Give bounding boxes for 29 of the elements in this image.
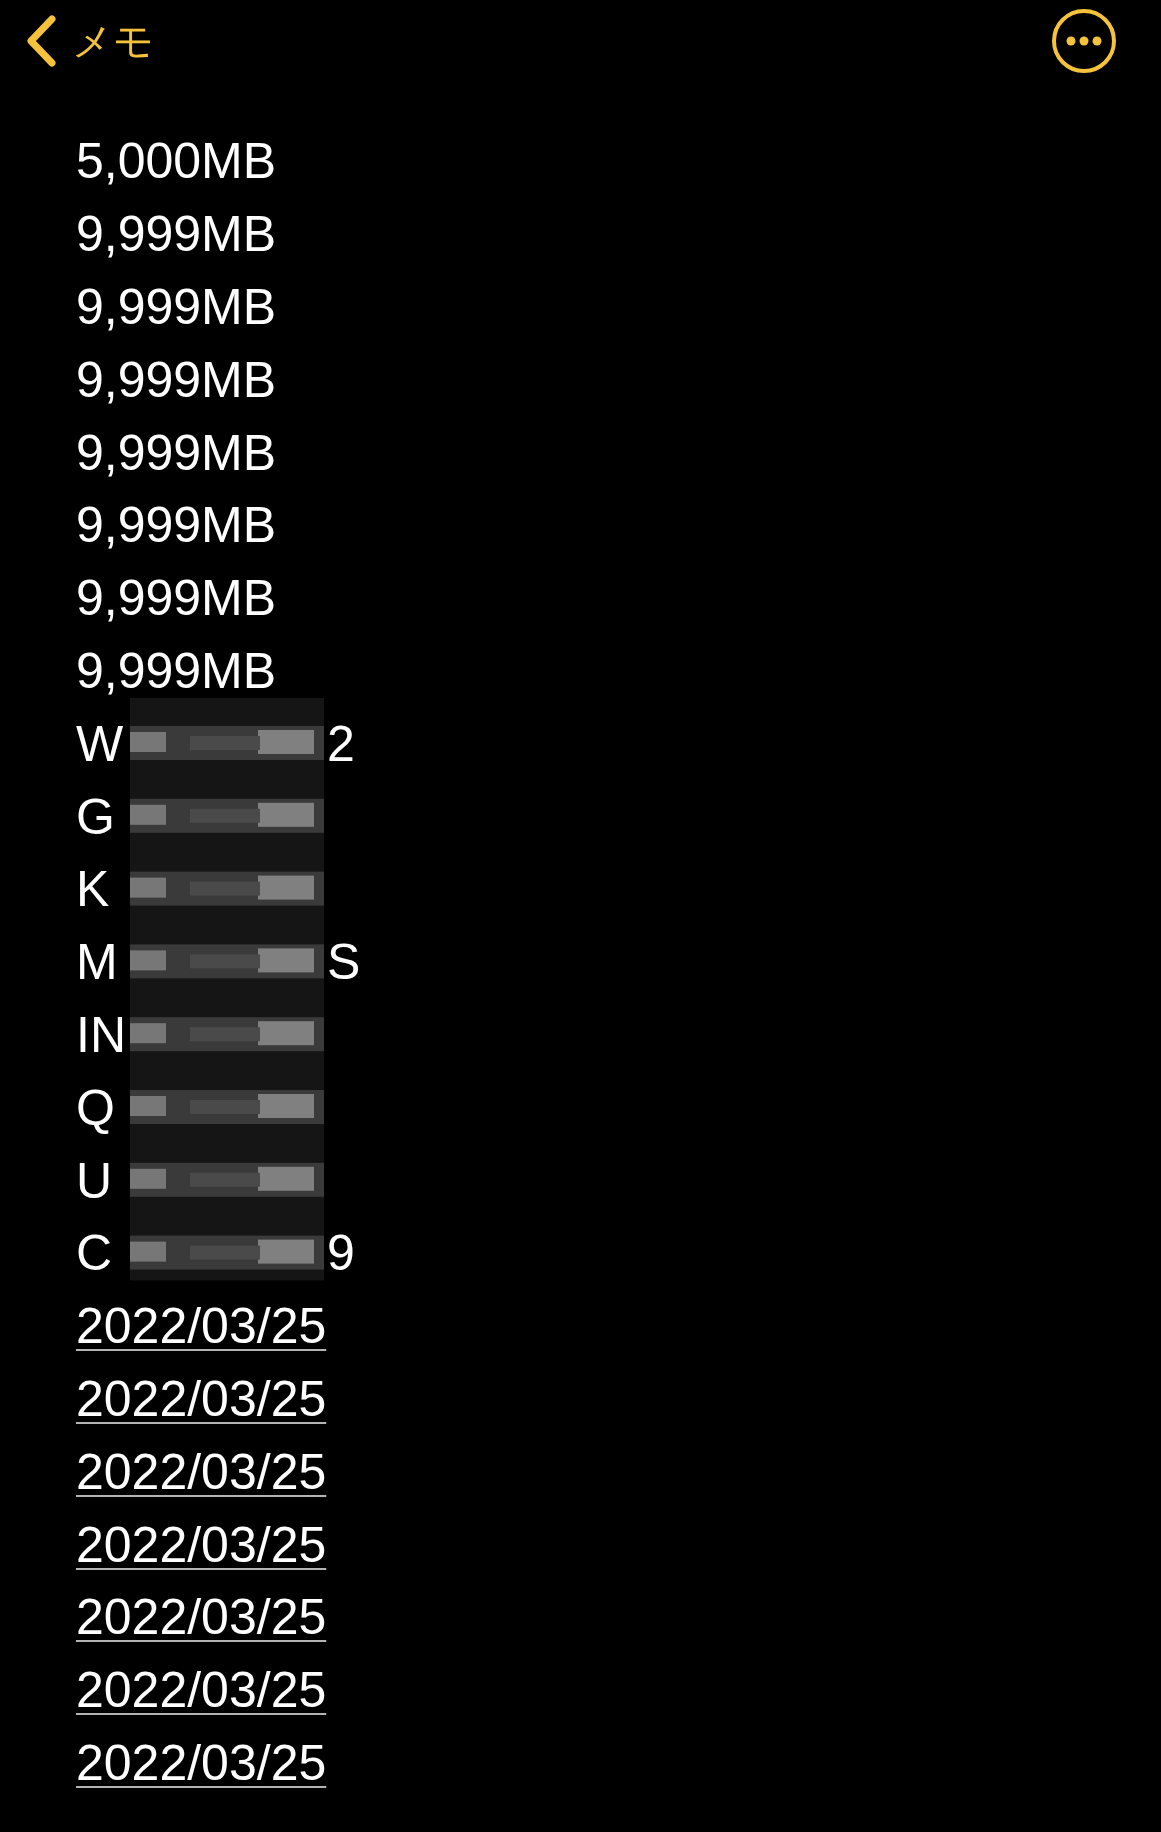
more-icon[interactable] [1051, 8, 1117, 74]
chevron-left-icon [26, 15, 56, 67]
date-link[interactable]: 2022/03/25 [76, 1665, 327, 1716]
note-line: S [327, 937, 362, 988]
back-button[interactable]: メモ [26, 15, 154, 67]
note-line: 5,000MB [76, 136, 277, 187]
note-line: 9,999MB [76, 209, 277, 260]
note-line: 9,999MB [76, 282, 277, 332]
note-line: U [76, 1155, 114, 1206]
note-line: 2 [327, 718, 356, 769]
note-line: G [76, 791, 116, 842]
note-line: Q [76, 1082, 116, 1133]
note-line: K [76, 864, 111, 915]
date-link[interactable]: 2022/03/25 [76, 1373, 327, 1424]
note-line: 9,999MB [76, 427, 277, 478]
note-line: 9,999MB [76, 573, 277, 624]
note-line: 9 [327, 1228, 356, 1279]
date-link[interactable]: 2022/03/25 [76, 1519, 327, 1570]
date-link[interactable]: 2022/03/25 [76, 1592, 327, 1643]
note-line: 9,999MB [76, 500, 277, 551]
date-link[interactable]: 2022/03/25 [76, 1737, 327, 1788]
note-line: C [76, 1228, 114, 1279]
date-link[interactable]: 2022/03/25 [76, 1301, 327, 1352]
date-link[interactable]: 2022/03/25 [76, 1446, 327, 1497]
note-line: M [76, 937, 119, 988]
note-line: IN [76, 1009, 127, 1060]
note-line: W [76, 718, 125, 769]
note-line: 9,999MB [76, 645, 277, 696]
note-line: 9,999MB [76, 354, 277, 405]
